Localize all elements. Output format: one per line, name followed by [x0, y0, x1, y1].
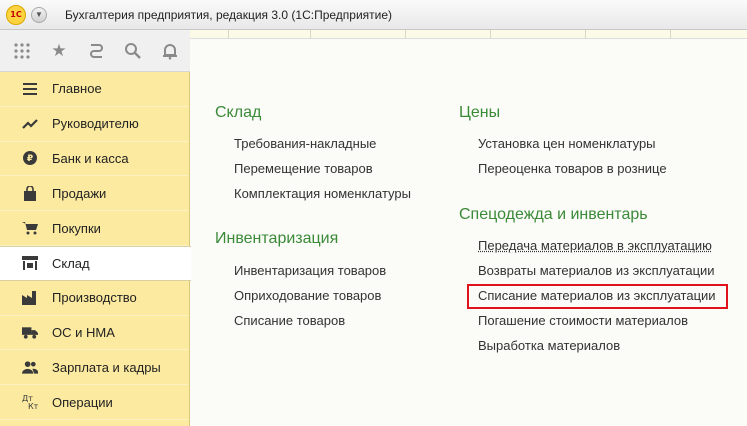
sidebar-item-rukovoditelyu[interactable]: Руководителю: [0, 107, 189, 142]
link-peremeshchenie-tovarov[interactable]: Перемещение товаров: [234, 161, 373, 176]
strip-divider: [405, 30, 406, 39]
strip-divider: [585, 30, 586, 39]
sidebar-item-sklad[interactable]: Склад: [0, 245, 191, 281]
cart-icon: [22, 220, 38, 236]
tabs-strip: [190, 30, 747, 39]
star-icon[interactable]: ★: [49, 41, 69, 61]
sidebar-item-label: Склад: [52, 255, 90, 271]
link-vyrabotka-materialov[interactable]: Выработка материалов: [478, 338, 620, 353]
warehouse-icon: [22, 255, 38, 271]
shopping-bag-icon: [22, 185, 38, 201]
highlight-frame: [467, 284, 728, 309]
strip-divider: [228, 30, 229, 39]
search-icon[interactable]: [123, 41, 143, 61]
sidebar-item-glavnoe[interactable]: Главное: [0, 72, 189, 107]
sidebar-item-prodazhi[interactable]: Продажи: [0, 176, 189, 212]
sidebar-item-os-nma[interactable]: ОС и НМА: [0, 316, 189, 351]
menu-lines-icon: [22, 81, 38, 97]
sidebar-item-label: Операции: [52, 394, 113, 410]
sidebar-item-zarplata[interactable]: Зарплата и кадры: [0, 350, 189, 386]
group-title-inventarizaciya: Инвентаризация: [215, 230, 339, 247]
main-menu-button[interactable]: ▼: [31, 6, 47, 23]
sidebar-item-label: Производство: [52, 290, 137, 306]
group-title-sklad: Склад: [215, 104, 262, 121]
apps-grid-icon[interactable]: [12, 41, 32, 61]
sidebar-item-label: Главное: [52, 81, 102, 97]
link-pereocenka-tovarov[interactable]: Переоценка товаров в рознице: [478, 161, 667, 176]
sidebar-item-label: ОС и НМА: [52, 324, 115, 340]
link-spisanie-tovarov[interactable]: Списание товаров: [234, 313, 345, 328]
group-title-ceny: Цены: [459, 104, 501, 121]
sidebar-item-operacii[interactable]: Дт Кт Операции: [0, 385, 189, 420]
sidebar-item-pokupki[interactable]: Покупки: [0, 211, 189, 246]
svg-text:Кт: Кт: [28, 402, 38, 410]
title-bar: 1С ▼ Бухгалтерия предприятия, редакция 3…: [0, 0, 747, 30]
ruble-coin-icon: ₽: [22, 150, 38, 166]
debit-credit-icon: Дт Кт: [22, 394, 38, 410]
sidebar-item-bank[interactable]: ₽ Банк и касса: [0, 142, 189, 177]
sidebar-item-label: Руководителю: [52, 116, 139, 132]
strip-divider: [490, 30, 491, 39]
link-trebovaniya-nakladnye[interactable]: Требования-накладные: [234, 136, 376, 151]
section-content-panel: Склад Требования-накладные Перемещение т…: [191, 40, 747, 426]
bell-icon[interactable]: [160, 41, 180, 61]
history-icon[interactable]: [86, 41, 106, 61]
sidebar-item-label: Банк и касса: [52, 150, 129, 166]
strip-divider: [670, 30, 671, 39]
link-ustanovka-cen[interactable]: Установка цен номенклатуры: [478, 136, 656, 151]
sidebar-item-label: Продажи: [52, 185, 107, 201]
1c-logo-icon[interactable]: 1С: [6, 4, 26, 25]
group-title-specodezhda: Спецодежда и инвентарь: [459, 206, 648, 223]
link-komplektaciya-nomenklatury[interactable]: Комплектация номенклатуры: [234, 186, 411, 201]
link-inventarizaciya-tovarov[interactable]: Инвентаризация товаров: [234, 263, 386, 278]
factory-icon: [22, 290, 38, 306]
toolbar: ★: [0, 30, 190, 72]
people-icon: [22, 359, 38, 375]
window-title: Бухгалтерия предприятия, редакция 3.0 (1…: [65, 7, 393, 22]
truck-icon: [22, 324, 38, 340]
sidebar-item-label: Покупки: [52, 220, 101, 236]
link-vozvraty-materialov[interactable]: Возвраты материалов из эксплуатации: [478, 263, 715, 278]
link-peredacha-materialov[interactable]: Передача материалов в эксплуатацию: [478, 238, 712, 253]
link-pogashenie-stoimosti[interactable]: Погашение стоимости материалов: [478, 313, 688, 328]
sidebar-item-label: Зарплата и кадры: [52, 359, 161, 375]
strip-divider: [310, 30, 311, 39]
trend-icon: [22, 116, 38, 132]
link-oprihodovanie-tovarov[interactable]: Оприходование товаров: [234, 288, 381, 303]
chevron-down-icon: ▼: [35, 10, 43, 19]
sections-sidebar: Главное Руководителю ₽ Банк и касса Прод…: [0, 72, 191, 426]
sidebar-item-proizvodstvo[interactable]: Производство: [0, 281, 189, 316]
